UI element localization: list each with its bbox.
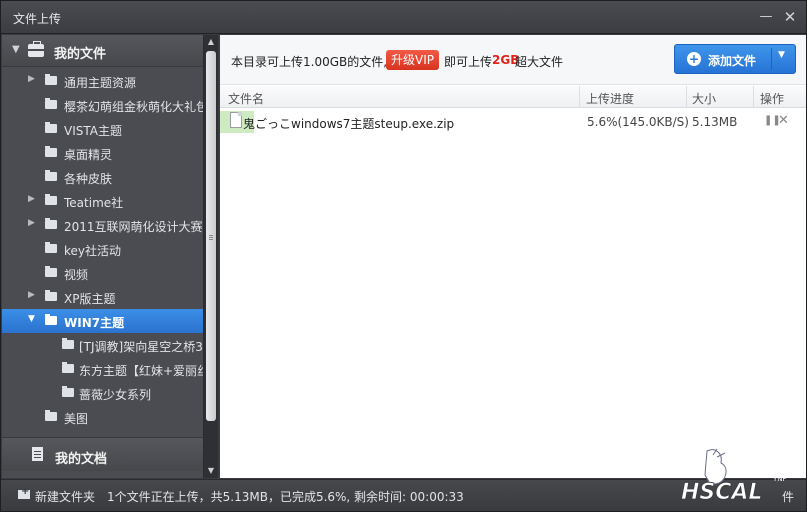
tree-subitem[interactable]: 东方主题【红妹+爱丽丝	[2, 357, 203, 381]
column-divider[interactable]	[579, 86, 580, 108]
collapse-arrow-icon[interactable]: ▼	[28, 314, 35, 324]
column-size[interactable]: 大小	[692, 90, 716, 107]
document-icon	[32, 447, 43, 461]
quota-text-mid: 即可上传	[444, 55, 493, 69]
folder-icon	[45, 194, 57, 205]
upload-status-text: 1个文件正在上传，共5.13MB，已完成5.6%, 剩余时间: 00:00:33	[107, 490, 464, 504]
minimize-button[interactable]: —	[756, 7, 776, 27]
scroll-down-icon[interactable]: ▼	[204, 464, 218, 478]
folder-icon	[62, 362, 74, 373]
tree-item[interactable]: 视频	[2, 261, 203, 285]
collapse-arrow-icon[interactable]: ▼	[12, 44, 20, 55]
folder-icon	[45, 242, 57, 253]
tree-item[interactable]: 美图	[2, 405, 203, 429]
file-name: 鬼ごっこwindows7主题steup.exe.zip	[243, 117, 455, 131]
tree-item[interactable]: ▶ 通用主题资源	[2, 69, 203, 93]
tree-item[interactable]: ▶ 2011互联网萌化设计大赛	[2, 213, 203, 237]
column-actions: 操作	[760, 92, 785, 106]
my-documents-label: 我的文档	[55, 452, 108, 467]
upload-progress-text: 5.6%(145.0KB/S)	[587, 115, 689, 129]
chevron-down-icon[interactable]: ▼	[778, 50, 785, 60]
folder-icon	[45, 290, 57, 301]
folder-icon	[45, 74, 57, 85]
scroll-thumb[interactable]	[206, 51, 216, 421]
my-files-label: 我的文件	[54, 47, 107, 62]
new-folder-icon[interactable]	[18, 486, 30, 499]
sidebar: ▼ 我的文件 ▶ 通用主题资源 樱茶幻萌组金秋萌化大礼包 VISTA主题 桌面精灵…	[2, 35, 204, 478]
tree-item[interactable]: ▶ XP版主题	[2, 285, 203, 309]
folder-icon	[45, 314, 57, 325]
column-divider[interactable]	[686, 86, 687, 108]
folder-icon	[45, 122, 57, 133]
folder-icon	[62, 386, 74, 397]
close-icon[interactable]: ✕	[778, 113, 789, 128]
tree-item[interactable]: 樱茶幻萌组金秋萌化大礼包	[2, 93, 203, 117]
close-button[interactable]: ✕	[780, 7, 800, 27]
my-files-header[interactable]: ▼ 我的文件	[2, 35, 203, 67]
folder-icon	[45, 218, 57, 229]
tree-subitem[interactable]: 蔷薇少女系列	[2, 381, 203, 405]
tree-item[interactable]: key社活动	[2, 237, 203, 261]
status-tail-text: 件	[781, 490, 794, 504]
expand-arrow-icon[interactable]: ▶	[28, 290, 35, 300]
folder-icon	[45, 266, 57, 277]
title-bar: 文件上传 — ✕	[1, 1, 806, 34]
tree-subitem[interactable]: [TJ调教]架向星空之桥3	[2, 333, 203, 357]
expand-arrow-icon[interactable]: ▶	[28, 74, 35, 84]
quota-text-after: 超大文件	[515, 55, 564, 69]
sidebar-scrollbar[interactable]: ▲ ▼	[204, 35, 218, 478]
folder-icon	[45, 410, 57, 421]
new-folder-button[interactable]: 新建文件夹	[35, 488, 95, 505]
button-divider	[771, 48, 772, 70]
briefcase-icon	[28, 41, 44, 57]
add-file-button[interactable]: + 添加文件 ▼	[674, 44, 796, 74]
quota-info-bar: 本目录可上传1.00GB的文件, 升级VIP 即可上传 2GB 超大文件 + 添…	[220, 35, 806, 85]
tree-item[interactable]: 各种皮肤	[2, 165, 203, 189]
folder-icon	[45, 98, 57, 109]
file-size: 5.13MB	[692, 115, 738, 129]
upload-window: 文件上传 — ✕ ▼ 我的文件 ▶ 通用主题资源 樱茶幻萌组金秋萌化大礼包 VIS…	[0, 0, 807, 512]
column-filename[interactable]: 文件名	[228, 90, 264, 107]
tree-item-selected[interactable]: ▼ WIN7主题	[2, 309, 203, 333]
upgrade-vip-button[interactable]: 升级VIP	[386, 50, 439, 70]
grip-icon	[209, 235, 213, 236]
tree-item[interactable]: ▶ Teatime社	[2, 189, 203, 213]
column-progress[interactable]: 上传进度	[586, 90, 634, 107]
tree-item[interactable]: VISTA主题	[2, 117, 203, 141]
expand-arrow-icon[interactable]: ▶	[28, 218, 35, 228]
my-documents-header[interactable]: 我的文档	[2, 437, 203, 471]
status-bar: 新建文件夹 1个文件正在上传，共5.13MB，已完成5.6%, 剩余时间: 00…	[1, 479, 806, 511]
plus-icon: +	[687, 52, 701, 66]
folder-tree: ▶ 通用主题资源 樱茶幻萌组金秋萌化大礼包 VISTA主题 桌面精灵 各种皮肤 ▶…	[2, 69, 203, 429]
folder-icon	[45, 170, 57, 181]
quota-text: 本目录可上传1.00GB的文件,	[231, 55, 388, 69]
folder-icon	[45, 146, 57, 157]
window-title: 文件上传	[13, 12, 62, 26]
upload-panel: 本目录可上传1.00GB的文件, 升级VIP 即可上传 2GB 超大文件 + 添…	[220, 35, 806, 478]
folder-icon	[62, 338, 74, 349]
add-file-label: 添加文件	[708, 54, 757, 68]
file-icon	[230, 112, 242, 128]
table-header: 文件名 上传进度 大小 操作	[220, 86, 806, 108]
table-row[interactable]: 鬼ごっこwindows7主题steup.exe.zip 5.6%(145.0KB…	[220, 111, 806, 135]
tree-item[interactable]: 桌面精灵	[2, 141, 203, 165]
column-divider[interactable]	[753, 86, 754, 108]
scroll-up-icon[interactable]: ▲	[204, 35, 218, 49]
expand-arrow-icon[interactable]: ▶	[28, 194, 35, 204]
